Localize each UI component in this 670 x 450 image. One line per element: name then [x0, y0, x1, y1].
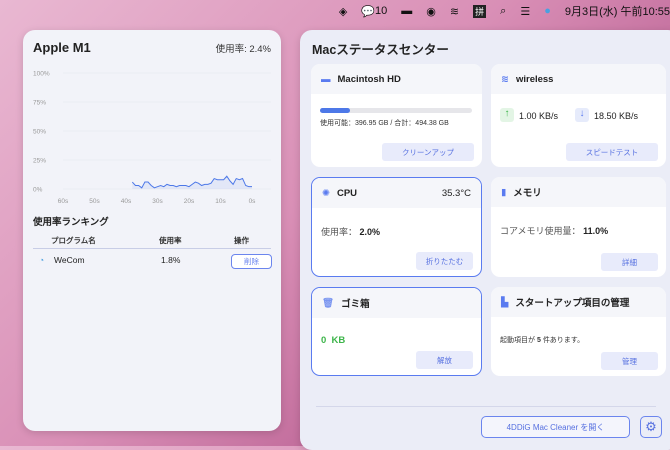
cpu-name: CPU: [336, 187, 358, 199]
x-tick-label: 60s: [58, 198, 69, 205]
x-tick-label: 30s: [152, 198, 163, 205]
disk-card: ▬ Macintosh HD 使用可能：396.95 GB / 合計：494.38…: [311, 64, 482, 167]
wecom-menu-icon[interactable]: 💬 10: [361, 5, 387, 18]
program-usage: 1.8%: [161, 255, 181, 265]
overall-usage: 使用率: 2.4%: [215, 44, 271, 55]
siri-icon[interactable]: ●: [544, 5, 551, 17]
x-tick-label: 50s: [89, 198, 100, 205]
startup-count: 5: [536, 337, 541, 344]
startup-name: スタートアップ項目の管理: [515, 298, 630, 309]
disk-info: 使用可能：396.95 GB / 合計：494.38 GB: [320, 120, 449, 127]
status-center-panel: Macステータスセンター ▬ Macintosh HD 使用可能：396.95 G…: [300, 30, 670, 450]
x-tick-label: 40s: [121, 198, 132, 205]
control-center-icon[interactable]: ☰: [520, 5, 530, 18]
processor-title: Apple M1: [33, 40, 91, 55]
col-program: プログラム名: [51, 236, 96, 245]
x-tick-label: 0s: [249, 198, 257, 205]
cleanup-button[interactable]: クリーンアップ: [382, 143, 474, 161]
wireless-name: wireless: [515, 73, 554, 85]
notification-count: 10: [375, 5, 388, 17]
gear-icon: ⚙: [645, 419, 657, 434]
upload-speed: 1.00 KB/s: [519, 111, 559, 121]
memory-card: ▮ メモリ コアメモリ使用量： 11.0% 詳細: [491, 177, 666, 277]
x-tick-label: 20s: [184, 198, 195, 205]
open-cleaner-button[interactable]: 4DDiG Mac Cleaner を開く: [481, 416, 630, 438]
app-diamond-icon[interactable]: ◈: [339, 5, 347, 18]
details-button[interactable]: 詳細: [601, 253, 658, 271]
upload-icon: ↑: [500, 108, 514, 122]
col-action: 操作: [234, 236, 249, 245]
col-usage: 使用率: [159, 236, 182, 245]
speed-test-button[interactable]: スピードテスト: [566, 143, 658, 161]
delete-button[interactable]: 削除: [231, 254, 272, 269]
memory-name: メモリ: [513, 188, 542, 199]
startup-post: 件あります。: [542, 337, 585, 344]
disk-icon: ▬: [321, 73, 331, 85]
user-icon[interactable]: ◉: [426, 5, 436, 18]
disk-name: Macintosh HD: [337, 73, 401, 85]
memory-icon: ▮: [501, 186, 507, 198]
wireless-card: ≋ wireless ↑ 1.00 KB/s ↓ 18.50 KB/s スピードテ…: [491, 64, 666, 167]
y-tick-label: 0%: [33, 187, 43, 194]
collapse-button[interactable]: 折りたたむ: [416, 252, 473, 270]
usage-chart: 100% 75% 50% 25% 0% 60s 50s 40s 30s 20s 10s 0s: [33, 71, 271, 205]
y-tick-label: 75%: [33, 100, 46, 107]
ranking-title: 使用率ランキング: [33, 217, 109, 228]
startup-icon: ▙: [501, 296, 509, 308]
search-icon[interactable]: ⌕: [500, 5, 506, 18]
cpu-card[interactable]: ✺ CPU 35.3°C 使用率： 2.0% 折りたたむ: [311, 177, 482, 277]
y-tick-label: 50%: [33, 129, 46, 136]
wifi-icon: ≋: [501, 73, 509, 85]
clock[interactable]: 9月3日(水) 午前10:55: [565, 3, 670, 19]
manage-button[interactable]: 管理: [601, 352, 658, 370]
cpu-icon: ✺: [322, 187, 330, 199]
status-center-title: Macステータスセンター: [312, 43, 449, 57]
display-icon[interactable]: ▬: [401, 5, 412, 17]
wecom-icon: ◔: [39, 255, 45, 265]
memory-label: コアメモリ使用量：: [500, 226, 581, 236]
memory-value: 11.0%: [583, 226, 609, 236]
divider: [33, 248, 271, 249]
disk-progress: [320, 108, 472, 113]
input-method-icon[interactable]: 拼: [473, 4, 487, 18]
download-speed: 18.50 KB/s: [594, 111, 639, 121]
wifi-icon[interactable]: ≋: [450, 5, 459, 18]
trash-card[interactable]: 🗑 ゴミ箱 0 KB 解放: [311, 287, 482, 376]
download-icon: ↓: [575, 108, 589, 122]
menu-bar: ◈ 💬 10 ▬ ◉ ≋ 拼 ⌕ ☰ ● 9月3日(水) 午前10:55: [0, 0, 670, 22]
release-button[interactable]: 解放: [416, 351, 473, 369]
program-name: WeCom: [54, 255, 85, 265]
trash-size: 0 KB: [321, 335, 346, 346]
cpu-usage-value: 2.0%: [359, 227, 381, 237]
x-tick-label: 10s: [215, 198, 226, 205]
footer-divider: [316, 406, 656, 407]
settings-button[interactable]: ⚙: [640, 416, 662, 438]
cpu-usage-label: 使用率：: [321, 227, 358, 237]
startup-card: ▙ スタートアップ項目の管理 起動項目が 5 件あります。 管理: [491, 287, 666, 376]
trash-icon: 🗑: [322, 297, 335, 309]
cpu-usage-panel: Apple M1 使用率: 2.4% 100% 75% 50% 25% 0% 60s 50s…: [23, 30, 281, 431]
cpu-temp: 35.3°C: [441, 187, 471, 199]
startup-pre: 起動項目が: [500, 337, 535, 344]
y-tick-label: 25%: [33, 158, 46, 165]
y-tick-label: 100%: [33, 71, 50, 78]
trash-name: ゴミ箱: [341, 299, 370, 310]
